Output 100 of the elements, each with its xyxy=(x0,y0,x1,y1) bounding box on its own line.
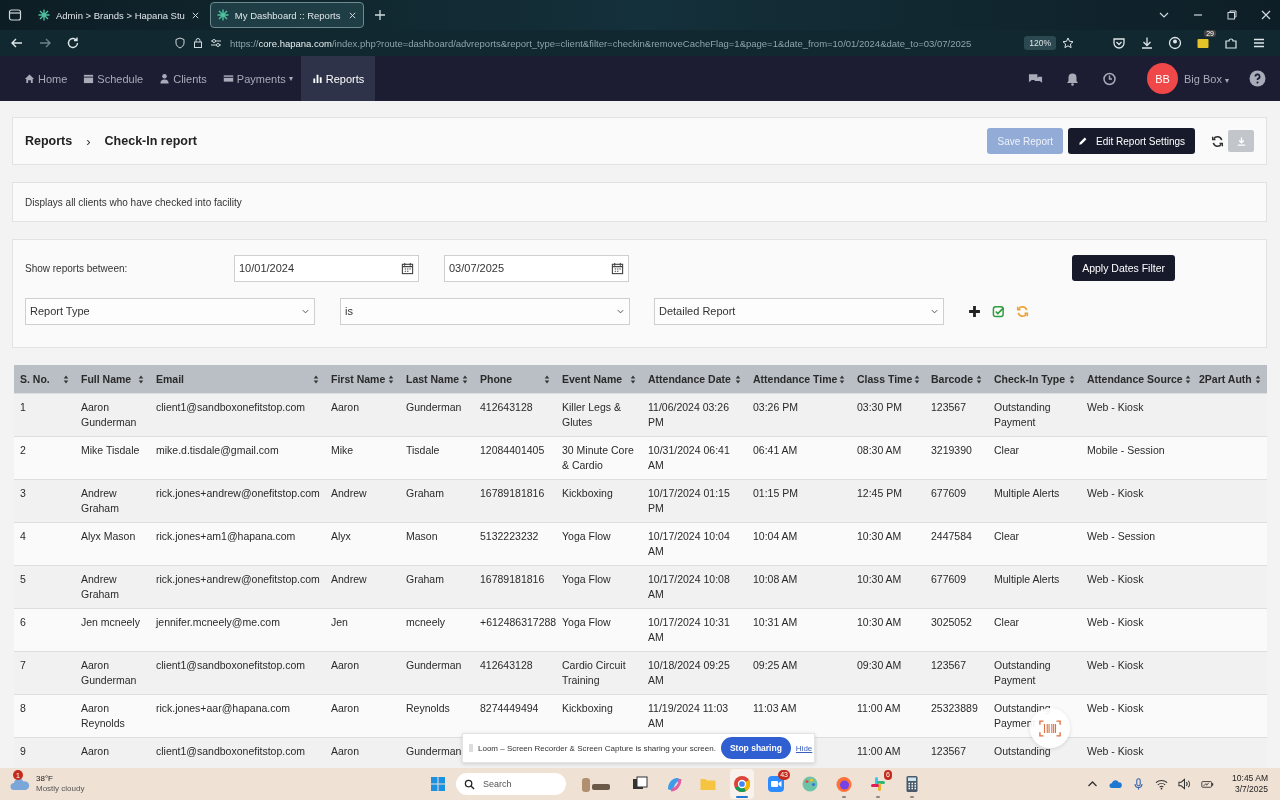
drag-handle-icon[interactable] xyxy=(469,743,473,753)
dropdown-select[interactable]: Detailed Report xyxy=(654,297,944,325)
menu-icon[interactable] xyxy=(1252,36,1266,50)
sliders-icon[interactable] xyxy=(210,37,222,49)
column-header[interactable]: 2Part Auth xyxy=(1199,373,1252,385)
column-header[interactable]: Attendance Source xyxy=(1087,373,1183,385)
stop-sharing-button[interactable]: Stop sharing xyxy=(720,737,791,759)
column-header[interactable]: Last Name xyxy=(406,373,460,385)
sort-icon[interactable] xyxy=(839,374,846,384)
date-field[interactable]: 03/07/2025 xyxy=(444,254,629,282)
user-menu[interactable]: Big Box ▾ xyxy=(1184,72,1229,85)
calendar-icon[interactable] xyxy=(611,261,624,275)
cloud-icon[interactable] xyxy=(10,777,30,791)
extension-icon[interactable] xyxy=(1196,36,1210,50)
battery-icon[interactable] xyxy=(1201,778,1215,790)
help-icon[interactable] xyxy=(1249,70,1266,87)
sort-icon[interactable] xyxy=(914,374,921,384)
microphone-icon[interactable] xyxy=(1132,778,1146,790)
zoom-level-badge[interactable]: 120% xyxy=(1024,36,1056,50)
breadcrumb-link[interactable]: Reports xyxy=(25,134,73,148)
windows-start-icon[interactable] xyxy=(430,776,446,792)
sort-icon[interactable] xyxy=(735,374,741,384)
pencil-icon xyxy=(1078,136,1089,146)
table-cell: 10/17/2024 10:04 AM xyxy=(642,522,747,566)
sort-icon[interactable] xyxy=(313,374,319,384)
nav-item[interactable]: Home xyxy=(16,56,76,101)
sort-icon[interactable] xyxy=(630,374,636,384)
edit-report-settings-button[interactable]: Edit Report Settings xyxy=(1068,128,1195,154)
shield-icon[interactable] xyxy=(174,37,186,49)
bell-icon[interactable] xyxy=(1065,71,1081,86)
column-header[interactable]: Attendance Date xyxy=(648,373,731,385)
column-header[interactable]: Event Name xyxy=(562,373,623,385)
sort-icon[interactable] xyxy=(462,374,468,384)
nav-item[interactable]: Payments ▾ xyxy=(214,56,301,101)
forward-arrow-icon[interactable] xyxy=(38,36,52,50)
clock-time[interactable]: 10:45 AM xyxy=(1232,773,1268,784)
sort-icon[interactable] xyxy=(1255,374,1261,384)
video-app-icon[interactable] xyxy=(767,775,785,793)
close-icon[interactable] xyxy=(347,10,357,20)
sort-icon[interactable] xyxy=(1184,374,1191,384)
browser-tab[interactable]: Admin > Brands > Hapana Stu xyxy=(32,3,206,27)
column-header[interactable]: Check-In Type xyxy=(994,373,1065,385)
dropdown-select[interactable]: is xyxy=(340,297,630,325)
column-header[interactable]: Class Time xyxy=(857,373,913,385)
search-field[interactable]: Search xyxy=(456,773,566,795)
close-icon[interactable] xyxy=(1260,9,1272,21)
check-icon[interactable] xyxy=(992,304,1005,318)
restore-icon[interactable] xyxy=(1226,9,1238,21)
refresh-icon[interactable] xyxy=(1211,134,1224,148)
column-header[interactable]: S. No. xyxy=(20,373,50,385)
user-avatar[interactable]: BB xyxy=(1147,63,1179,94)
tab-overview-icon[interactable] xyxy=(8,8,22,22)
column-header[interactable]: First Name xyxy=(331,373,386,385)
download-icon[interactable] xyxy=(1140,36,1154,50)
sort-icon[interactable] xyxy=(1069,374,1075,384)
account-icon[interactable] xyxy=(1168,36,1182,50)
column-header[interactable]: Full Name xyxy=(81,373,132,385)
hide-link[interactable]: Hide xyxy=(795,743,813,753)
home-icon xyxy=(24,73,35,84)
puzzle-icon[interactable] xyxy=(1224,36,1238,50)
back-arrow-icon[interactable] xyxy=(10,36,24,50)
browser-icon[interactable] xyxy=(733,775,751,793)
swirl-icon[interactable] xyxy=(665,775,683,793)
apply-dates-filter-button[interactable]: Apply Dates Filter xyxy=(1072,255,1175,281)
table-cell: Mike xyxy=(325,436,400,480)
sort-icon[interactable] xyxy=(388,374,394,384)
lock-icon[interactable] xyxy=(192,37,204,49)
hash-logo-icon[interactable] xyxy=(869,775,887,793)
star-icon[interactable] xyxy=(1062,37,1074,49)
nav-item[interactable]: Schedule xyxy=(75,56,152,101)
column-header[interactable]: Phone xyxy=(480,373,513,385)
palette-icon[interactable] xyxy=(801,775,819,793)
nav-item[interactable]: Clients xyxy=(151,56,215,101)
address-field[interactable]: https://core.hapana.com/index.php?route=dashboard/advreports&report_type=client&filter=checkin&removeCacheFlag=1&page=1&date_from=10/01/2024&date_to=03/07/2025 xyxy=(230,37,972,49)
table-cell: Web - Session xyxy=(1081,522,1193,566)
table-cell: Aaron Gunderman xyxy=(75,651,150,695)
reload-icon[interactable] xyxy=(66,36,80,50)
column-header[interactable]: Attendance Time xyxy=(753,373,838,385)
speaker-icon[interactable] xyxy=(1178,778,1192,790)
close-icon[interactable] xyxy=(190,10,200,20)
clock-date[interactable]: 3/7/2025 xyxy=(1234,784,1268,795)
calendar-icon[interactable] xyxy=(401,261,414,275)
new-tab-icon[interactable] xyxy=(373,9,386,21)
calculator-icon[interactable] xyxy=(903,775,921,793)
sort-icon[interactable] xyxy=(544,374,550,384)
column-header[interactable]: Email xyxy=(156,373,184,385)
nav-item[interactable]: Reports xyxy=(300,56,376,101)
dropdown-select[interactable]: Report Type xyxy=(25,297,315,325)
sort-icon[interactable] xyxy=(138,374,144,384)
column-header[interactable]: Barcode xyxy=(931,373,973,385)
cloud-icon[interactable] xyxy=(1109,778,1123,790)
sort-icon[interactable] xyxy=(63,374,69,384)
wifi-icon[interactable] xyxy=(1155,778,1169,790)
browser-tab[interactable]: My Dashboard :: Reports xyxy=(209,2,364,28)
add-icon[interactable] xyxy=(968,304,981,318)
clock-icon[interactable] xyxy=(1102,71,1118,86)
date-field[interactable]: 10/01/2024 xyxy=(234,254,419,282)
sort-icon[interactable] xyxy=(976,374,982,384)
pocket-icon[interactable] xyxy=(1112,36,1126,50)
table-cell: Aaron xyxy=(325,651,400,695)
